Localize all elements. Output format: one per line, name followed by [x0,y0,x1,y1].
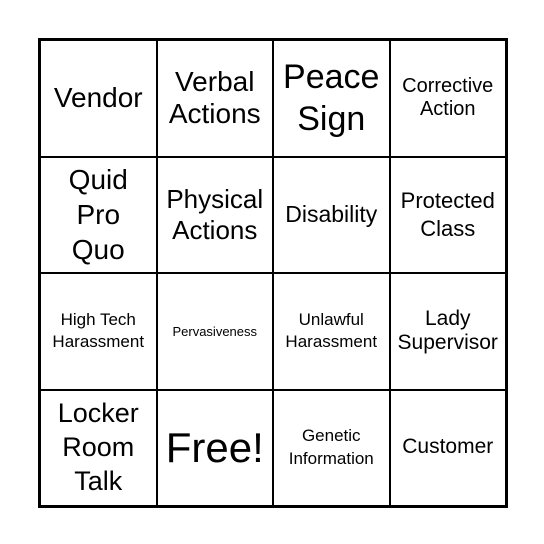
cell-label: Protected Class [400,188,495,241]
cell-label: Disability [285,201,378,228]
cell-label: Lady Supervisor [397,306,498,355]
cell-label: Free! [165,424,264,472]
bingo-cell[interactable]: Pervasiveness [156,273,273,390]
cell-label: Verbal Actions [168,65,261,130]
bingo-cell[interactable]: Vendor [40,40,157,157]
bingo-cell[interactable]: Physical Actions [156,156,273,273]
cell-label: Locker Room Talk [57,398,139,496]
cell-label: Physical Actions [166,184,264,245]
bingo-cell[interactable]: Verbal Actions [156,40,273,157]
bingo-cell[interactable]: Peace Sign [273,40,390,157]
cell-label: Pervasiveness [172,323,258,339]
bingo-cell[interactable]: Customer [389,389,506,506]
free-space-cell[interactable]: Free! [156,389,273,506]
cell-label: High Tech Harassment [52,310,145,352]
bingo-cell[interactable]: High Tech Harassment [40,273,157,390]
cell-label: Quid Pro Quo [68,164,128,266]
bingo-cell[interactable]: Unlawful Harassment [273,273,390,390]
bingo-cell[interactable]: Quid Pro Quo [40,156,157,273]
bingo-cell[interactable]: Protected Class [389,156,506,273]
bingo-cell[interactable]: Locker Room Talk [40,389,157,506]
cell-label: Vendor [53,81,143,113]
bingo-cell[interactable]: Genetic Information [273,389,390,506]
cell-label: Genetic Information [288,425,374,468]
cell-label: Peace Sign [283,57,380,139]
bingo-card: Vendor Verbal Actions Peace Sign Correct… [38,38,508,508]
bingo-cell[interactable]: Disability [273,156,390,273]
bingo-cell[interactable]: Corrective Action [389,40,506,157]
cell-label: Corrective Action [402,74,494,121]
cell-label: Customer [402,435,494,459]
cell-label: Unlawful Harassment [285,310,378,352]
bingo-cell[interactable]: Lady Supervisor [389,273,506,390]
